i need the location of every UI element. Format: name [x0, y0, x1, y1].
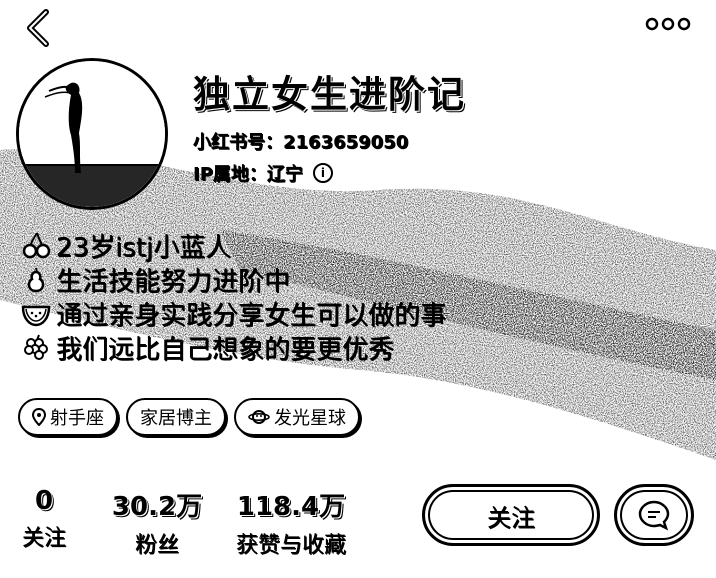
red-id: 小红书号：2163659050	[193, 132, 409, 153]
back-button[interactable]	[18, 6, 58, 50]
tag-label: 家居博主	[140, 408, 212, 429]
follow-button[interactable]: 关注	[422, 484, 600, 546]
stat-label: 粉丝	[134, 533, 179, 558]
avatar[interactable]	[16, 58, 168, 210]
ip-location: IP属地：辽宁	[193, 164, 303, 185]
tag-category[interactable]: 家居博主	[126, 398, 226, 436]
watermelon-icon	[18, 298, 54, 328]
stat-value: 0	[34, 486, 54, 516]
cherries-icon	[18, 230, 54, 260]
bio-text: 我们远比自己想象的要更优秀	[56, 334, 395, 365]
bio-text: 通过亲身实践分享女生可以做的事	[56, 300, 447, 331]
more-dots-icon	[645, 17, 691, 31]
chevron-left-icon	[27, 9, 49, 47]
grapes-icon	[18, 332, 54, 362]
bio-line: 生活技能努力进阶中	[18, 262, 446, 297]
profile-nickname: 独立女生进阶记	[193, 73, 466, 116]
bio: 23岁istj小蓝人 生活技能努力进阶中 通过亲身实践分享女生可以做的事 我们远…	[18, 228, 447, 365]
ip-row: IP属地：辽宁 i	[193, 160, 333, 186]
profile-tags: 射手座 家居博主 发光星球	[18, 398, 360, 436]
tag-label: 发光星球	[274, 408, 346, 429]
planet-icon	[248, 408, 270, 426]
stat-value: 30.2万	[111, 492, 203, 522]
profile-stats: 0 关注 30.2万 粉丝 118.4万 获赞与收藏	[16, 486, 356, 559]
tag-zodiac[interactable]: 射手座	[18, 398, 118, 436]
avatar-image	[19, 61, 165, 207]
follow-button-label: 关注	[487, 503, 535, 532]
stat-label: 获赞与收藏	[235, 533, 346, 558]
bio-text: 生活技能努力进阶中	[56, 266, 291, 297]
bio-text: 23岁istj小蓝人	[56, 232, 232, 263]
stat-label: 关注	[21, 526, 66, 551]
pear-icon	[18, 264, 54, 294]
stat-likes[interactable]: 118.4万 获赞与收藏	[226, 486, 356, 559]
location-pin-icon	[32, 408, 46, 426]
bio-line: 通过亲身实践分享女生可以做的事	[18, 296, 447, 331]
chat-bubble-icon	[638, 500, 670, 531]
message-button[interactable]	[614, 484, 694, 546]
info-icon[interactable]: i	[312, 163, 333, 183]
bio-line: 23岁istj小蓝人	[18, 228, 446, 263]
stat-following[interactable]: 0 关注	[16, 486, 72, 559]
tag-label: 射手座	[50, 408, 104, 429]
stat-followers[interactable]: 30.2万 粉丝	[102, 486, 212, 559]
more-options-button[interactable]	[640, 10, 696, 38]
bio-line: 我们远比自己想象的要更优秀	[18, 330, 446, 365]
tag-planet[interactable]: 发光星球	[234, 398, 360, 436]
stat-value: 118.4万	[236, 492, 346, 522]
